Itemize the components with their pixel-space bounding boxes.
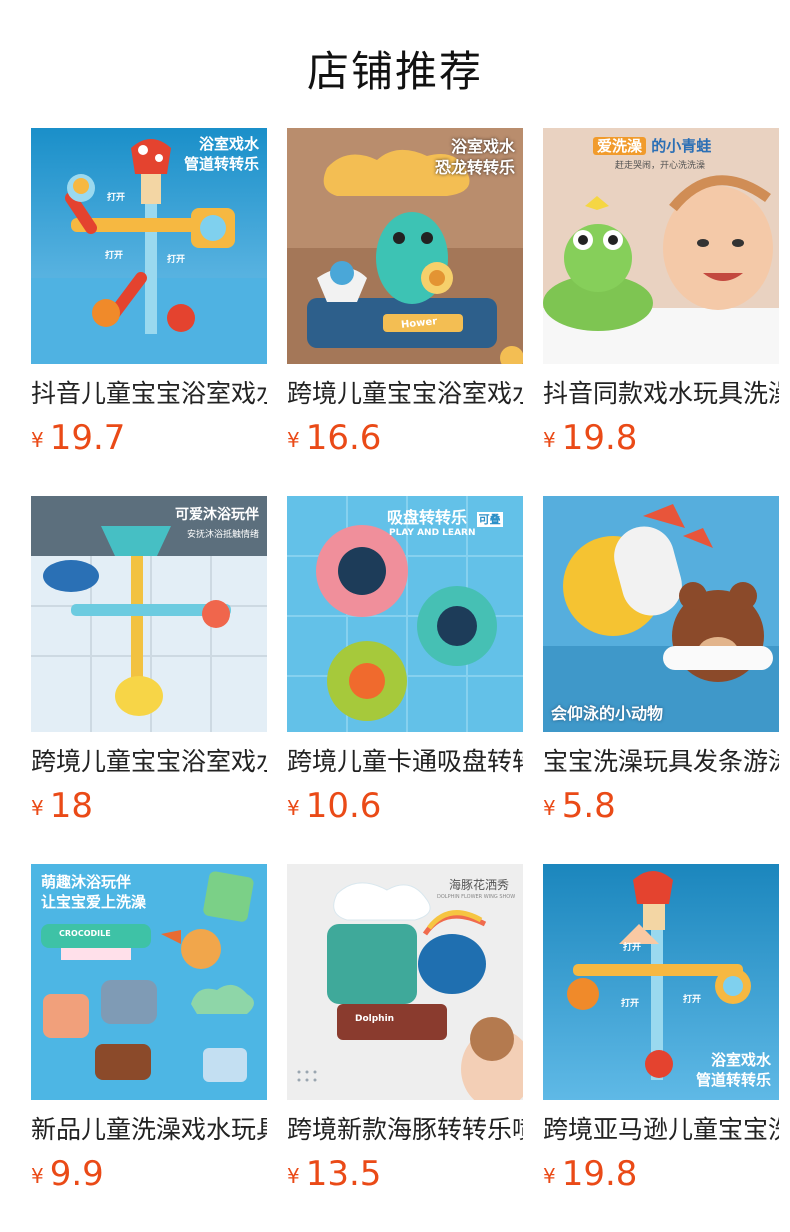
overlay-line: 浴室戏水 xyxy=(450,137,515,156)
product-card[interactable]: 浴室戏水 管道转转乐 打开 打开 打开 跨境亚马逊儿童宝宝洗 ¥19.8 xyxy=(543,864,779,1196)
product-price: ¥19.8 xyxy=(543,418,779,460)
product-name[interactable]: 新品儿童洗澡戏水玩具 xyxy=(31,1114,267,1146)
product-card[interactable]: 爱洗澡 的小青蛙 赶走哭闹，开心洗洗澡 抖音同款戏水玩具洗澡 ¥19.8 xyxy=(543,128,779,460)
brand-label: Dolphin xyxy=(355,1014,395,1024)
product-card[interactable]: 浴室戏水 恐龙转转乐 Hower 跨境儿童宝宝浴室戏水 ¥16.6 xyxy=(287,128,523,460)
price-value: 19.8 xyxy=(561,418,638,458)
overlay-line: 会仰泳的小动物 xyxy=(551,704,664,723)
product-card[interactable]: 海豚花洒秀 DOLPHIN FLOWER WING SHOW Dolphin 跨… xyxy=(287,864,523,1196)
overlay-line: 的小青蛙 xyxy=(651,137,712,155)
image-overlay-text: 浴室戏水 管道转转乐 xyxy=(184,134,259,174)
product-price: ¥19.8 xyxy=(543,1154,779,1196)
overlay-line: 恐龙转转乐 xyxy=(434,158,515,177)
overlay-line: 可叠 xyxy=(476,512,503,527)
price-value: 19.8 xyxy=(561,1154,638,1194)
currency-symbol: ¥ xyxy=(287,428,300,452)
image-overlay-text: 萌趣沐浴玩伴 让宝宝爱上洗澡 xyxy=(41,872,146,912)
image-overlay-text: 海豚花洒秀 xyxy=(449,876,509,893)
overlay-line: 让宝宝爱上洗澡 xyxy=(41,893,147,911)
currency-symbol: ¥ xyxy=(543,428,556,452)
image-tag: 打开 xyxy=(105,251,124,261)
product-price: ¥5.8 xyxy=(543,786,779,828)
product-image[interactable]: 吸盘转转乐 可叠 PLAY AND LEARN xyxy=(287,496,523,732)
image-overlay-text: 会仰泳的小动物 xyxy=(551,700,663,724)
overlay-line: 浴室戏水 xyxy=(198,135,259,153)
product-name[interactable]: 跨境儿童宝宝浴室戏水 xyxy=(31,746,267,778)
image-tag: 打开 xyxy=(107,193,126,203)
image-overlay-text: 爱洗澡 的小青蛙 xyxy=(593,136,711,156)
currency-symbol: ¥ xyxy=(287,796,300,820)
product-name[interactable]: 跨境儿童宝宝浴室戏水 xyxy=(287,378,523,410)
product-image[interactable]: 浴室戏水 管道转转乐 打开 打开 打开 xyxy=(543,864,779,1100)
overlay-line: 海豚花洒秀 xyxy=(449,878,510,892)
overlay-line: 浴室戏水 xyxy=(710,1051,771,1069)
image-subtitle: 安抚沐浴抵触情绪 xyxy=(186,530,259,540)
currency-symbol: ¥ xyxy=(543,796,556,820)
currency-symbol: ¥ xyxy=(543,1164,556,1188)
price-value: 5.8 xyxy=(561,786,616,826)
overlay-line: 可爱沐浴玩伴 xyxy=(175,507,259,523)
section-title: 店铺推荐 xyxy=(306,47,483,96)
price-value: 18 xyxy=(49,786,93,826)
product-price: ¥10.6 xyxy=(287,786,523,828)
currency-symbol: ¥ xyxy=(31,428,44,452)
product-price: ¥9.9 xyxy=(31,1154,267,1196)
image-tag: 打开 xyxy=(623,943,642,953)
price-value: 19.7 xyxy=(49,418,126,458)
brand-label: CROCODILE xyxy=(59,929,111,938)
product-price: ¥18 xyxy=(31,786,267,828)
product-image[interactable]: 浴室戏水 恐龙转转乐 Hower xyxy=(287,128,523,364)
product-price: ¥13.5 xyxy=(287,1154,523,1196)
product-image[interactable]: 海豚花洒秀 DOLPHIN FLOWER WING SHOW Dolphin xyxy=(287,864,523,1100)
product-image[interactable]: 浴室戏水 管道转转乐 打开 打开 打开 xyxy=(31,128,267,364)
price-value: 16.6 xyxy=(305,418,382,458)
image-overlay-text: 可爱沐浴玩伴 xyxy=(175,504,259,524)
currency-symbol: ¥ xyxy=(31,1164,44,1188)
product-name[interactable]: 抖音同款戏水玩具洗澡 xyxy=(543,378,779,410)
image-overlay-text: 浴室戏水 管道转转乐 xyxy=(696,1050,771,1090)
product-name[interactable]: 跨境亚马逊儿童宝宝洗 xyxy=(543,1114,779,1146)
product-card[interactable]: 会仰泳的小动物 宝宝洗澡玩具发条游泳 ¥5.8 xyxy=(543,496,779,828)
image-subtitle: 赶走哭闹，开心洗洗澡 xyxy=(615,161,706,171)
product-card[interactable]: 可爱沐浴玩伴 安抚沐浴抵触情绪 跨境儿童宝宝浴室戏水 ¥18 xyxy=(31,496,267,828)
product-image[interactable]: 会仰泳的小动物 xyxy=(543,496,779,732)
price-value: 10.6 xyxy=(305,786,382,826)
product-image[interactable]: 可爱沐浴玩伴 安抚沐浴抵触情绪 xyxy=(31,496,267,732)
image-tag: 打开 xyxy=(167,255,186,265)
overlay-line: 管道转转乐 xyxy=(695,1071,771,1089)
price-value: 9.9 xyxy=(49,1154,104,1194)
product-price: ¥16.6 xyxy=(287,418,523,460)
product-name[interactable]: 跨境新款海豚转转乐喷 xyxy=(287,1114,523,1146)
product-image[interactable]: 爱洗澡 的小青蛙 赶走哭闹，开心洗洗澡 xyxy=(543,128,779,364)
price-value: 13.5 xyxy=(305,1154,382,1194)
image-overlay-text: 吸盘转转乐 可叠 xyxy=(387,504,503,528)
image-tag: 打开 xyxy=(621,999,640,1009)
currency-symbol: ¥ xyxy=(287,1164,300,1188)
product-card[interactable]: 萌趣沐浴玩伴 让宝宝爱上洗澡 CROCODILE 新品儿童洗澡戏水玩具 ¥9.9 xyxy=(31,864,267,1196)
product-card[interactable]: 吸盘转转乐 可叠 PLAY AND LEARN 跨境儿童卡通吸盘转转 ¥10.6 xyxy=(287,496,523,828)
overlay-line: 吸盘转转乐 xyxy=(387,508,468,527)
product-name[interactable]: 宝宝洗澡玩具发条游泳 xyxy=(543,746,779,778)
product-image[interactable]: 萌趣沐浴玩伴 让宝宝爱上洗澡 CROCODILE xyxy=(31,864,267,1100)
overlay-line: 爱洗澡 xyxy=(593,137,647,155)
overlay-line: 萌趣沐浴玩伴 xyxy=(41,873,132,891)
image-overlay-text: 浴室戏水 恐龙转转乐 xyxy=(435,136,515,178)
image-subtitle: DOLPHIN FLOWER WING SHOW xyxy=(437,894,516,900)
overlay-line: 管道转转乐 xyxy=(183,155,259,173)
image-tag: 打开 xyxy=(683,995,702,1005)
product-name[interactable]: 抖音儿童宝宝浴室戏水 xyxy=(31,378,267,410)
product-price: ¥19.7 xyxy=(31,418,267,460)
currency-symbol: ¥ xyxy=(31,796,44,820)
image-subtitle: PLAY AND LEARN xyxy=(389,528,476,538)
product-card[interactable]: 浴室戏水 管道转转乐 打开 打开 打开 抖音儿童宝宝浴室戏水 ¥19.7 xyxy=(31,128,267,460)
product-name[interactable]: 跨境儿童卡通吸盘转转 xyxy=(287,746,523,778)
